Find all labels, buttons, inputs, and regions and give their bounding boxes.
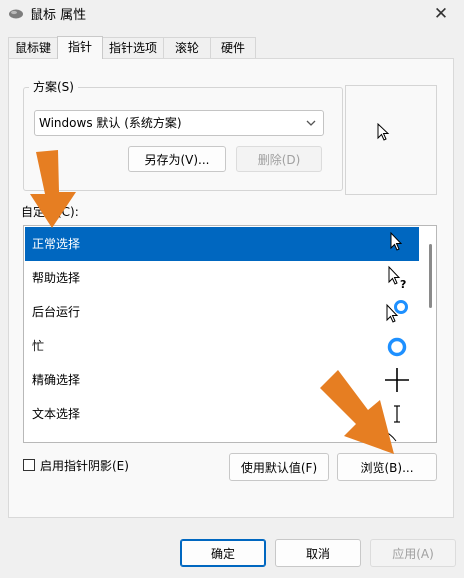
busy-cursor-icon — [387, 337, 407, 357]
list-item-label: 正常选择 — [32, 237, 81, 251]
working-in-background-cursor-icon — [386, 300, 408, 323]
list-item[interactable]: 后台运行 — [25, 295, 419, 329]
tab-pointer-options[interactable]: 指针选项 — [102, 37, 164, 58]
save-as-button[interactable]: 另存为(V)... — [128, 146, 226, 172]
delete-button[interactable]: 删除(D) — [236, 146, 322, 172]
close-button[interactable]: ✕ — [418, 0, 464, 28]
close-icon: ✕ — [433, 4, 449, 24]
chevron-down-icon — [305, 111, 317, 143]
title-bar: 鼠标 属性 ✕ — [0, 0, 464, 28]
tab-mouse-buttons[interactable]: 鼠标键 — [8, 37, 58, 58]
scheme-dropdown[interactable]: Windows 默认 (系统方案) — [34, 110, 324, 136]
annotation-arrow-icon — [320, 370, 394, 454]
list-item[interactable]: 正常选择 — [25, 227, 419, 261]
dialog-button-bar: 确定 取消 应用(A) — [0, 521, 464, 578]
list-item-label: 忙 — [32, 339, 45, 353]
list-item[interactable]: 帮助选择 ? — [25, 261, 419, 295]
apply-button[interactable]: 应用(A) — [370, 539, 456, 567]
list-item-label: 帮助选择 — [32, 271, 81, 285]
annotation-arrow-icon — [30, 150, 76, 228]
scheme-group-label: 方案(S) — [29, 78, 78, 95]
list-item-label: 精确选择 — [32, 373, 81, 387]
help-select-cursor-icon: ? — [388, 265, 406, 291]
list-item-label: 后台运行 — [32, 305, 81, 319]
ok-button[interactable]: 确定 — [180, 539, 266, 567]
pointer-shadow-option[interactable]: 启用指针阴影(E) — [23, 457, 129, 473]
use-default-button[interactable]: 使用默认值(F) — [229, 453, 329, 481]
scheme-selected-value: Windows 默认 (系统方案) — [39, 116, 182, 130]
tab-hardware[interactable]: 硬件 — [210, 37, 256, 58]
browse-button[interactable]: 浏览(B)... — [337, 453, 437, 481]
window-title: 鼠标 属性 — [30, 8, 87, 23]
list-scrollbar[interactable] — [423, 226, 436, 442]
cancel-button[interactable]: 取消 — [275, 539, 361, 567]
pointer-shadow-checkbox[interactable] — [23, 459, 35, 471]
list-item-label: 文本选择 — [32, 407, 81, 421]
mouse-icon — [9, 9, 23, 19]
pointer-shadow-label: 启用指针阴影(E) — [40, 458, 129, 473]
tab-pointers[interactable]: 指针 — [57, 36, 103, 59]
scroll-thumb[interactable] — [429, 244, 432, 308]
arrow-cursor-icon — [377, 123, 390, 141]
normal-select-cursor-icon — [390, 231, 403, 251]
tab-wheel[interactable]: 滚轮 — [163, 37, 211, 58]
svg-text:?: ? — [400, 278, 406, 291]
list-item[interactable]: 忙 — [25, 329, 419, 363]
cursor-preview — [345, 85, 437, 195]
